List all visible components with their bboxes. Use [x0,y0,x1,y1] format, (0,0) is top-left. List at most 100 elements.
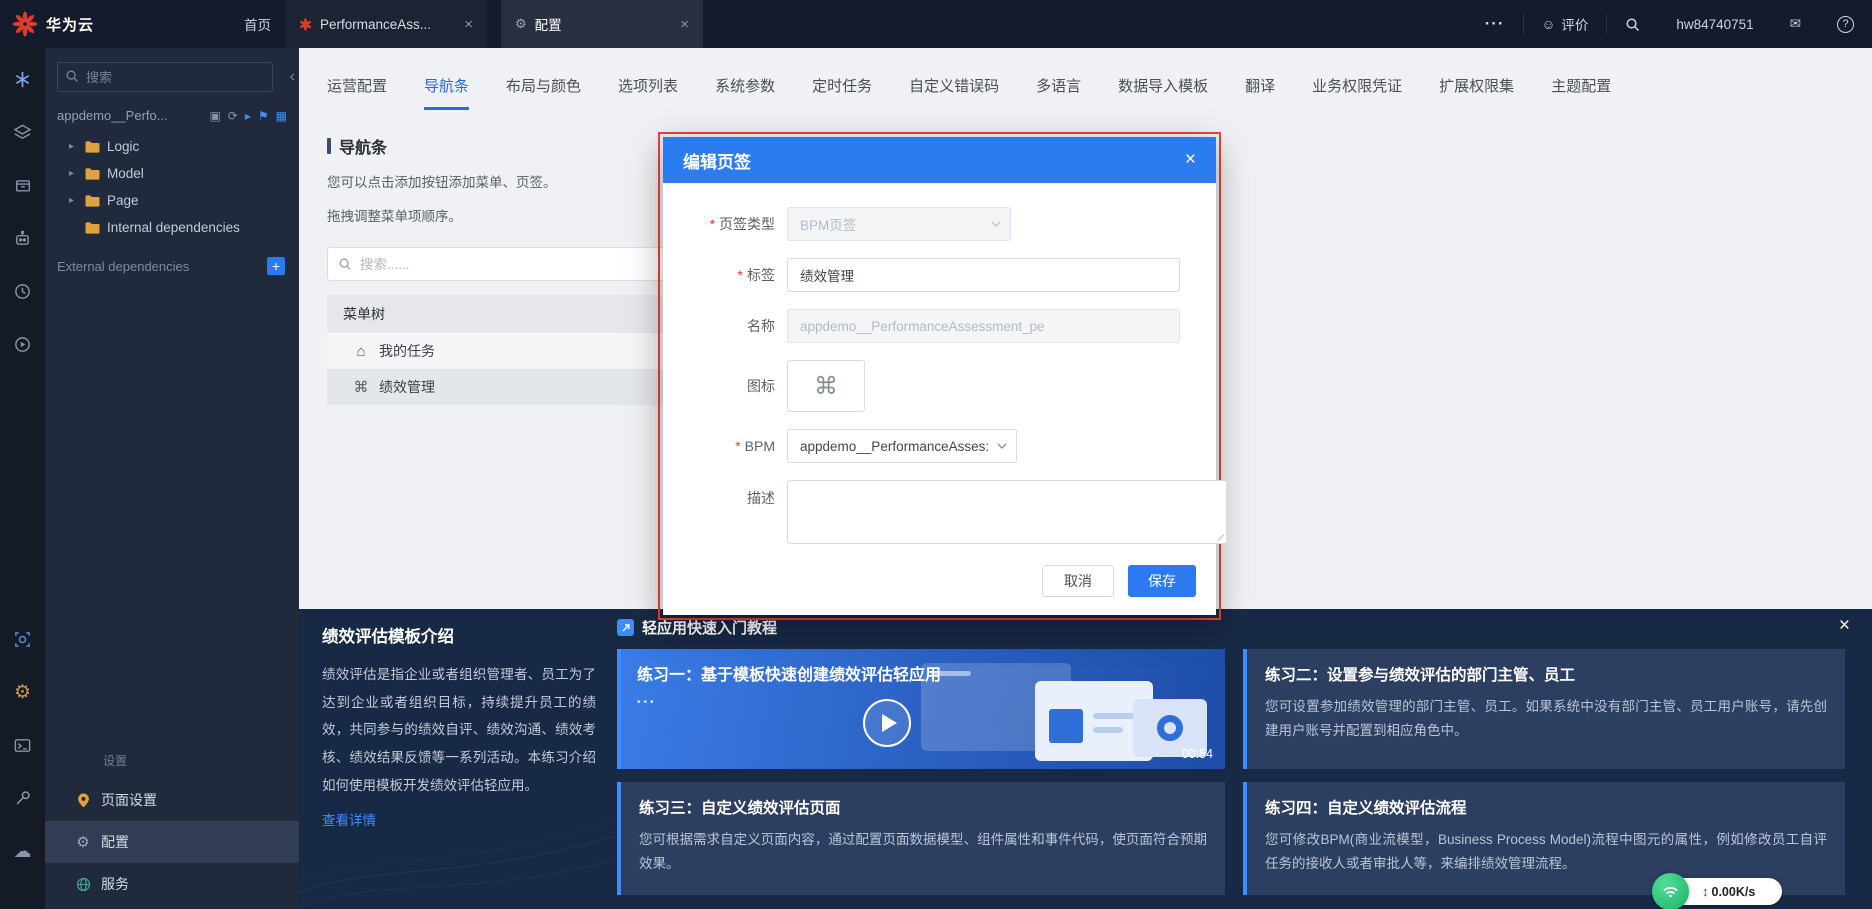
network-speed-pill[interactable]: ↕ 0.00K/s [1652,873,1782,909]
config-tab-close-icon[interactable]: × [678,16,691,33]
app-tab[interactable]: PerformanceAss... × [285,0,488,48]
tab-operation-config[interactable]: 运营配置 [327,75,387,110]
video-illustration [921,657,1211,761]
bpm-select[interactable]: appdemo__PerformanceAsses: [787,429,1017,463]
folder-icon [85,194,100,207]
search-icon [339,258,351,270]
refresh-icon[interactable]: ⟳ [228,109,238,123]
template-intro: 绩效评估模板介绍 绩效评估是指企业或者组织管理者、员工为了达到企业或者组织目标，… [322,623,596,830]
field-row-tag: 标签 [679,258,1180,292]
scan-preview-icon[interactable] [12,628,34,650]
layers-icon[interactable] [12,121,34,143]
window-dots-icon: ••• [637,697,657,708]
tutorial-card-2[interactable]: 练习二：设置参与绩效评估的部门主管、员工 您可设置参加绩效管理的部门主管、员工。… [1243,649,1845,769]
caret-icon[interactable]: ▸ [69,195,78,206]
updown-arrows-icon: ↕ [1702,884,1709,899]
tab-business-permissions[interactable]: 业务权限凭证 [1312,75,1402,110]
pin-icon [75,793,91,808]
panel-search-input[interactable] [57,62,273,92]
feedback-button[interactable]: ☺ 评价 [1524,0,1607,48]
flag-icon[interactable]: ⚑ [258,109,269,123]
tour-highlight-border: 编辑页签 × 页签类型 BPM页签 标签 [658,132,1227,620]
wrench-icon[interactable] [12,787,34,809]
description-textarea[interactable] [787,480,1227,544]
dialog-close-icon[interactable]: × [1181,149,1200,171]
tree-item-model[interactable]: ▸ Model [45,160,299,187]
preview-icon[interactable]: ▸ [245,109,251,123]
video-duration: 00:54 [1181,747,1213,761]
card-title: 练习一：基于模板快速创建绩效评估轻应用 [637,667,942,684]
debug-run-icon[interactable] [12,333,34,355]
field-row-type: 页签类型 BPM页签 [679,207,1180,241]
tag-input[interactable] [787,258,1180,292]
mail-icon[interactable]: ✉ [1772,0,1819,48]
feedback-label: 评价 [1561,18,1589,33]
tab-translation[interactable]: 翻译 [1245,75,1275,110]
tutorial-header: 轻应用快速入门教程 [617,617,777,638]
tab-layout-colors[interactable]: 布局与颜色 [506,75,581,110]
checkbox-icon[interactable]: ▣ [209,109,220,123]
tab-extended-permission-set[interactable]: 扩展权限集 [1439,75,1514,110]
tab-option-lists[interactable]: 选项列表 [618,75,678,110]
dialog-body: 页签类型 BPM页签 标签 名称 [663,183,1227,544]
robot-icon[interactable] [12,227,34,249]
globe-icon [75,877,91,892]
help-button[interactable]: ? [1819,0,1872,48]
more-menu-icon[interactable]: ··· [1467,0,1523,48]
description-label: 描述 [747,490,775,506]
tutorial-icon [617,619,634,636]
collapse-panel-icon[interactable]: ‹ [290,68,295,86]
add-dependency-button[interactable]: + [267,257,285,275]
tab-data-import-template[interactable]: 数据导入模板 [1118,75,1208,110]
cancel-button[interactable]: 取消 [1042,565,1114,597]
home-link[interactable]: 首页 [244,14,271,34]
tab-navigation-bar[interactable]: 导航条 [424,75,470,110]
network-widget: ↕ 0.00K/s ↓ 1 [1652,873,1782,909]
icon-rail: ⚙ ☁ [0,48,45,909]
save-button[interactable]: 保存 [1128,565,1196,597]
cloud-upload-icon[interactable]: ☁ [12,840,34,862]
username[interactable]: hw84740751 [1658,0,1771,48]
sidebar-item-config[interactable]: ⚙ 配置 [45,821,299,863]
app-tab-close-icon[interactable]: × [462,16,475,33]
sidebar-item-services[interactable]: 服务 [45,863,299,905]
package-icon[interactable] [12,174,34,196]
tree-item-page[interactable]: ▸ Page [45,187,299,214]
caret-icon[interactable]: ▸ [69,141,78,152]
tree-item-logic[interactable]: ▸ Logic [45,133,299,160]
tab-type-select[interactable]: BPM页签 [787,207,1011,241]
history-icon[interactable] [12,280,34,302]
settings-gear-icon[interactable]: ⚙ [12,681,34,703]
search-icon [65,69,79,83]
gear-icon: ⚙ [76,834,90,851]
app-name: appdemo__Perfo... [57,108,168,123]
card-title: 练习四：自定义绩效评估流程 [1265,800,1467,817]
search-button[interactable] [1607,0,1658,48]
command-icon: ⌘ [353,379,369,396]
tab-custom-error-codes[interactable]: 自定义错误码 [909,75,999,110]
tutorial-card-video[interactable]: 练习一：基于模板快速创建绩效评估轻应用 ••• 00:54 [617,649,1225,769]
caret-icon[interactable]: ▸ [69,168,78,179]
tab-theme-config[interactable]: 主题配置 [1551,75,1611,110]
chevron-down-icon [997,443,1007,449]
sidebar-item-page-settings[interactable]: 页面设置 [45,779,299,821]
app-structure-icon[interactable] [12,68,34,90]
intro-title: 绩效评估模板介绍 [322,628,454,646]
tutorial-card-3[interactable]: 练习三：自定义绩效评估页面 您可根据需求自定义页面内容，通过配置页面数据模型、组… [617,782,1225,895]
icon-label: 图标 [747,378,775,394]
tutorial-close-icon[interactable]: × [1839,615,1850,637]
card-body: 您可设置参加绩效管理的部门主管、员工。如果系统中没有部门主管、员工用户账号，请先… [1265,699,1827,739]
external-dependencies-row: External dependencies + [57,257,285,275]
play-button[interactable] [862,699,911,747]
tab-multilanguage[interactable]: 多语言 [1036,75,1081,110]
name-label: 名称 [747,318,775,334]
view-details-link[interactable]: 查看详情 [322,809,376,829]
tab-scheduled-tasks[interactable]: 定时任务 [812,75,872,110]
tab-system-params[interactable]: 系统参数 [715,75,775,110]
icon-picker-button[interactable]: ⌘ [787,360,865,412]
grid-icon[interactable]: ▦ [276,109,287,123]
tree-item-internal-dependencies[interactable]: Internal dependencies [45,214,299,241]
terminal-icon[interactable] [12,734,34,756]
config-tab[interactable]: ⚙ 配置 × [501,0,704,48]
folder-icon [85,221,100,234]
